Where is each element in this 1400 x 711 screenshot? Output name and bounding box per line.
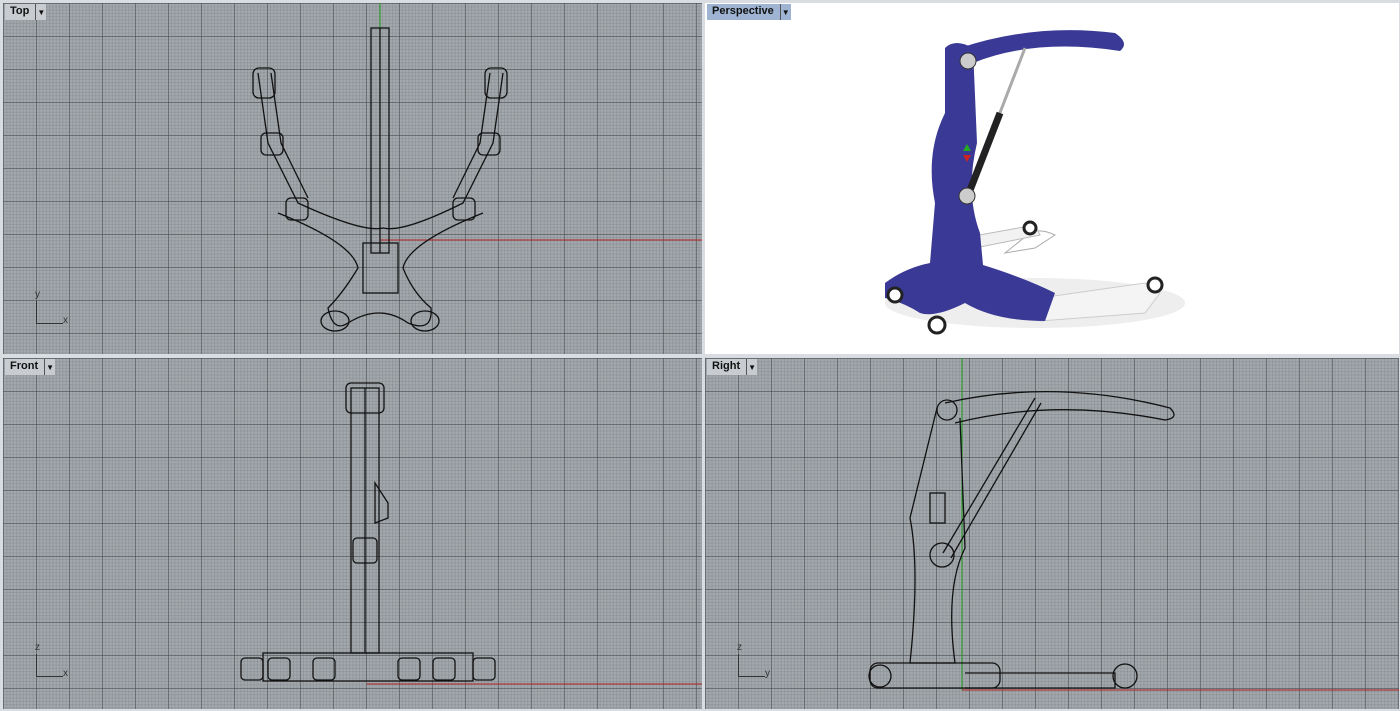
- viewport-label-right[interactable]: Right ▼: [707, 359, 758, 375]
- axis-label-y: y: [765, 668, 770, 679]
- rendered-model: [885, 30, 1185, 335]
- top-wireframe: [252, 3, 702, 332]
- viewport-label-front[interactable]: Front ▼: [5, 359, 56, 375]
- viewport-front[interactable]: z x Front ▼: [3, 358, 702, 709]
- right-wireframe: [868, 358, 1399, 691]
- viewport-top[interactable]: y x Top ▼: [3, 3, 702, 354]
- axis-label-y: y: [35, 289, 40, 300]
- dropdown-icon[interactable]: ▼: [44, 359, 55, 375]
- axis-indicator: [36, 654, 63, 677]
- viewport-right[interactable]: z y Right ▼: [705, 358, 1399, 709]
- axis-label-x: x: [63, 668, 68, 679]
- front-wireframe: [240, 382, 702, 685]
- viewport-perspective[interactable]: Perspective ▼: [705, 3, 1399, 354]
- viewport-title: Perspective: [712, 5, 774, 17]
- axis-label-z: z: [35, 642, 40, 653]
- viewport-title: Right: [712, 360, 741, 372]
- axis-label-z: z: [737, 642, 742, 653]
- dropdown-icon[interactable]: ▼: [746, 359, 757, 375]
- viewport-title: Top: [10, 5, 30, 17]
- axis-indicator: [36, 301, 63, 324]
- axis-label-x: x: [63, 315, 68, 326]
- dropdown-icon[interactable]: ▼: [35, 4, 46, 20]
- dropdown-icon[interactable]: ▼: [779, 4, 791, 20]
- viewport-title: Front: [10, 360, 39, 372]
- viewport-label-top[interactable]: Top ▼: [5, 4, 47, 20]
- axis-indicator: [738, 654, 765, 677]
- viewport-label-perspective[interactable]: Perspective ▼: [707, 4, 791, 20]
